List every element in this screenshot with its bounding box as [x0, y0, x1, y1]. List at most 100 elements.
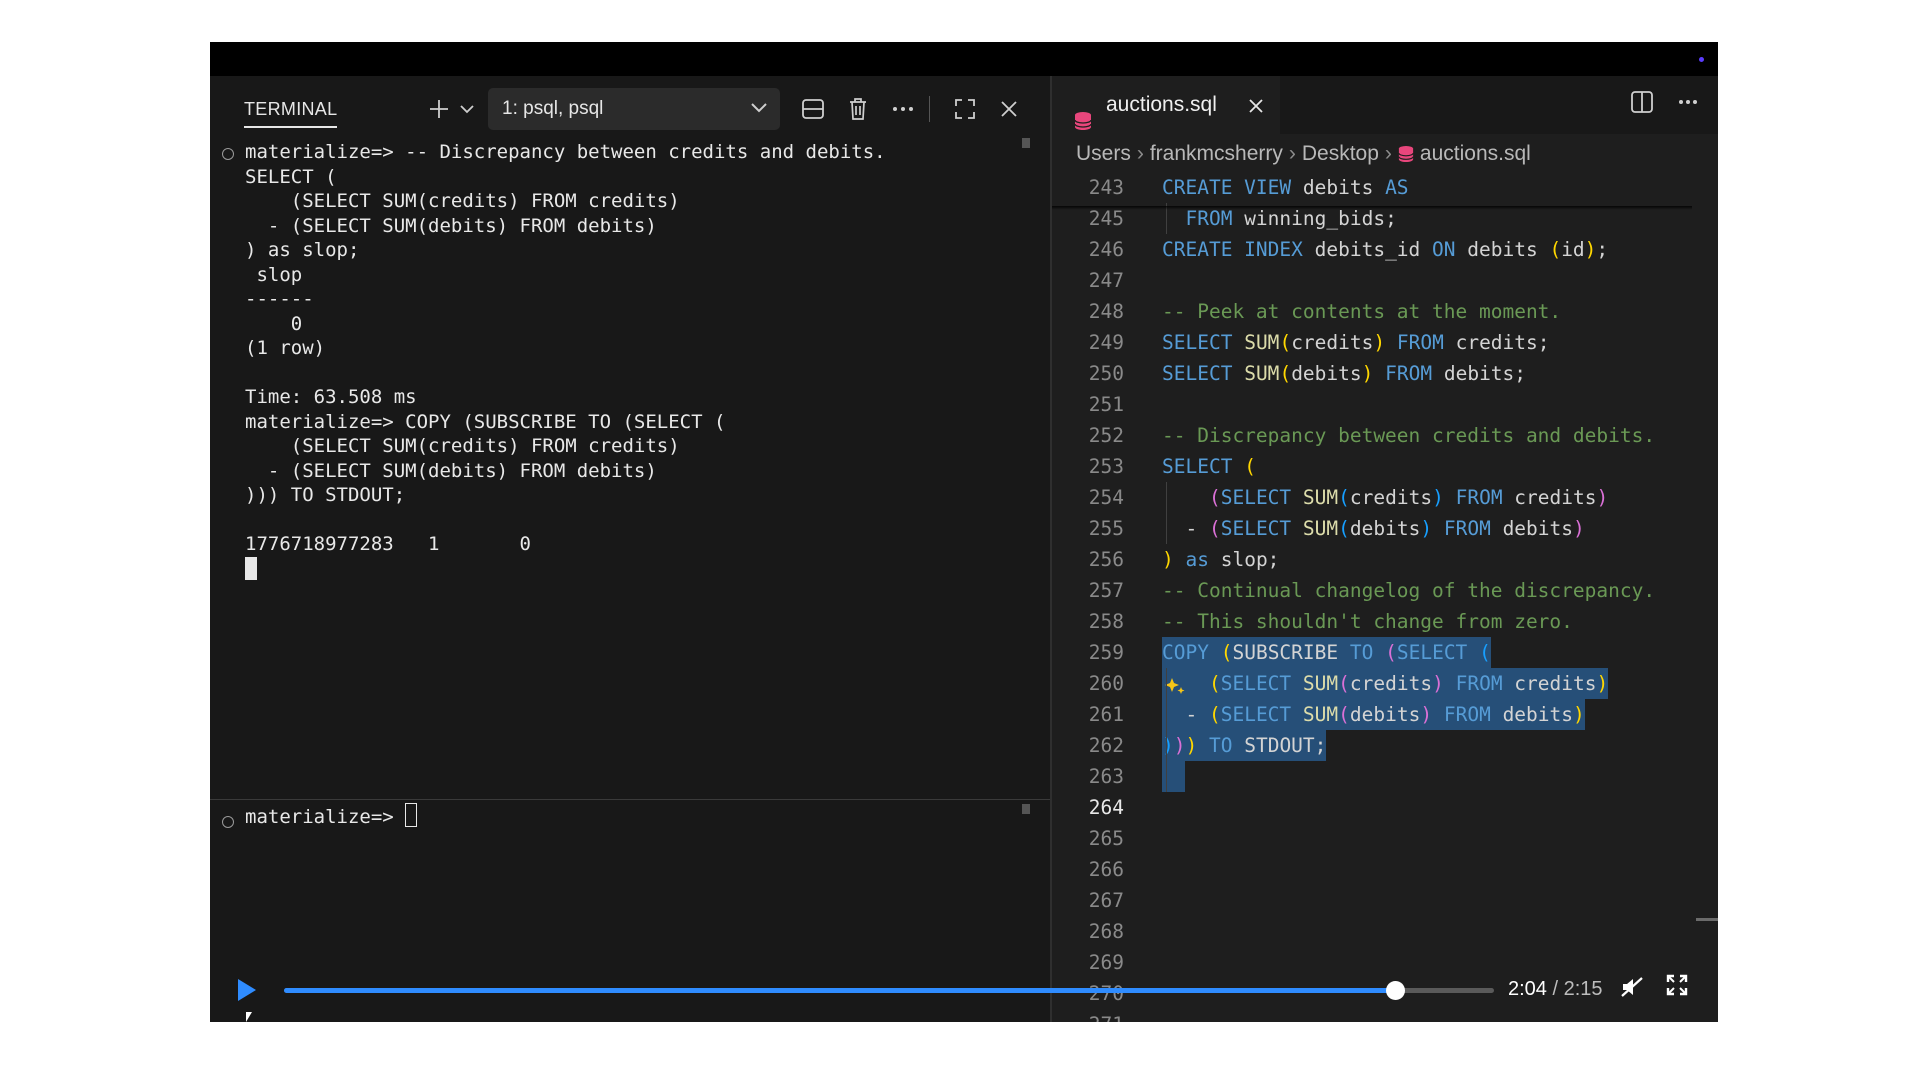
database-icon	[1398, 145, 1414, 169]
maximize-icon[interactable]	[948, 92, 982, 126]
line-number: 262	[1088, 734, 1124, 757]
code-token: (	[1279, 331, 1292, 354]
code-token: SELECT	[1220, 703, 1292, 726]
code-line[interactable]: 264	[1052, 792, 1692, 823]
code-token: debits	[1291, 176, 1386, 199]
terminal-second-pane[interactable]: materialize=>	[245, 802, 418, 832]
code-line[interactable]: 248 -- Peek at contents at the moment.	[1052, 296, 1692, 327]
code-text: - (SELECT SUM(debits) FROM debits)	[1162, 513, 1584, 544]
code-line[interactable]: 257 -- Continual changelog of the discrep…	[1052, 575, 1692, 606]
tab-terminal[interactable]: TERMINAL	[244, 94, 338, 128]
terminal-line: slop	[245, 263, 303, 286]
close-icon[interactable]	[1248, 76, 1264, 134]
code-line[interactable]: 256) as slop;	[1052, 544, 1692, 575]
code-line[interactable]: 260 (SELECT SUM(credits) FROM credits)	[1052, 668, 1692, 699]
breadcrumb-item[interactable]: Desktop	[1302, 142, 1379, 165]
code-line[interactable]: 262))) TO STDOUT;	[1052, 730, 1692, 761]
code-line[interactable]: 267	[1052, 885, 1692, 916]
editor-panel: auctions.sql Users › frankmcsherry › Desktop…	[1052, 76, 1718, 1022]
code-line[interactable]: 265	[1052, 823, 1692, 854]
code-line[interactable]: 249 SELECT SUM(credits) FROM credits;	[1052, 327, 1692, 358]
code-token: debits	[1490, 703, 1574, 726]
split-icon[interactable]	[796, 92, 830, 126]
trash-icon[interactable]	[841, 92, 875, 126]
code-line[interactable]: 258 -- This shouldn't change from zero.	[1052, 606, 1692, 637]
breadcrumb-item[interactable]: Users	[1076, 142, 1131, 165]
chevron-down-icon[interactable]	[450, 92, 484, 126]
tab-auctions-sql[interactable]: auctions.sql	[1052, 76, 1280, 134]
tab-label: auctions.sql	[1106, 93, 1217, 116]
code-line[interactable]: 243 CREATE VIEW debits AS	[1052, 172, 1692, 203]
code-editor[interactable]: 243 CREATE VIEW debits AS 245 FROM winning…	[1052, 172, 1692, 1022]
current-time: 2:04	[1508, 978, 1547, 1000]
code-line[interactable]: 253 SELECT (	[1052, 451, 1692, 482]
fullscreen-icon[interactable]	[1666, 974, 1688, 1003]
code-token: debits;	[1432, 362, 1527, 385]
code-token: SUM	[1302, 486, 1339, 509]
code-line[interactable]: 259 COPY (SUBSCRIBE TO (SELECT (	[1052, 637, 1692, 668]
time-display: 2:04 / 2:15	[1508, 978, 1603, 1000]
code-token: SUM	[1302, 517, 1339, 540]
terminal-line: SELECT (	[245, 165, 337, 188]
editor-tab-bar: auctions.sql	[1052, 76, 1718, 134]
video-top-bar	[210, 42, 1718, 76]
code-token: (	[1338, 672, 1350, 695]
line-number: 247	[1088, 269, 1124, 292]
terminal-panel: TERMINAL 1: psql, psql materialize=> -- …	[210, 76, 1050, 1022]
code-token: CREATE INDEX	[1162, 238, 1303, 261]
code-line[interactable]: 252 -- Discrepancy between credits and de…	[1052, 420, 1692, 451]
code-line[interactable]: 246 CREATE INDEX debits_id ON debits (id)…	[1052, 234, 1692, 265]
mute-icon[interactable]	[1620, 976, 1644, 1004]
progress-track[interactable]	[284, 981, 1494, 1000]
code-token: SUM	[1244, 362, 1280, 385]
line-number: 255	[1088, 517, 1124, 540]
terminal-selector[interactable]: 1: psql, psql	[488, 88, 780, 130]
code-line[interactable]: 247	[1052, 265, 1692, 296]
play-icon[interactable]	[238, 979, 256, 1001]
code-token: )	[1573, 703, 1585, 726]
code-line[interactable]: 263	[1052, 761, 1692, 792]
code-token: (	[1338, 703, 1350, 726]
code-line[interactable]: 250 SELECT SUM(debits) FROM debits;	[1052, 358, 1692, 389]
breadcrumb: Users › frankmcsherry › Desktop › auctions.sql	[1076, 142, 1531, 169]
code-line[interactable]: 255 - (SELECT SUM(debits) FROM debits)	[1052, 513, 1692, 544]
close-icon[interactable]	[992, 92, 1026, 126]
code-token: -- Discrepancy between credits and debit…	[1162, 424, 1656, 447]
terminal-output[interactable]: materialize=> -- Discrepancy between cre…	[210, 136, 1030, 756]
ellipsis-icon[interactable]	[886, 92, 920, 126]
code-token: TO	[1349, 641, 1374, 664]
code-token: (	[1338, 517, 1350, 540]
progress-thumb[interactable]	[1385, 981, 1405, 1000]
code-line[interactable]: 254 (SELECT SUM(credits) FROM credits)	[1052, 482, 1692, 513]
progress-fill	[284, 988, 1395, 993]
code-token: SELECT	[1162, 455, 1233, 478]
code-text: CREATE VIEW debits AS	[1162, 172, 1409, 203]
terminal-header: TERMINAL 1: psql, psql	[210, 76, 1050, 136]
terminal-split-divider[interactable]	[210, 799, 1050, 800]
scrollbar-marker[interactable]	[1022, 804, 1030, 814]
prompt-circle-icon	[222, 816, 234, 828]
code-line[interactable]: 251	[1052, 389, 1692, 420]
split-editor-icon[interactable]	[1630, 90, 1660, 113]
code-line[interactable]: 268	[1052, 916, 1692, 947]
code-line[interactable]: 266	[1052, 854, 1692, 885]
breadcrumb-item[interactable]: frankmcsherry	[1150, 142, 1283, 165]
code-token: SELECT	[1220, 517, 1292, 540]
line-number: 265	[1088, 827, 1124, 850]
code-token: TO	[1209, 734, 1233, 757]
line-number: 257	[1088, 579, 1124, 602]
code-token: credits;	[1443, 331, 1550, 354]
code-line[interactable]: 261 - (SELECT SUM(debits) FROM debits)	[1052, 699, 1692, 730]
code-token: -- Continual changelog of the discrepanc…	[1162, 579, 1656, 602]
code-token: (	[1279, 362, 1292, 385]
scrollbar-marker[interactable]	[1022, 138, 1030, 148]
breadcrumb-item[interactable]: auctions.sql	[1420, 142, 1531, 165]
ellipsis-icon[interactable]	[1678, 90, 1698, 112]
editor-scrollbar[interactable]	[1696, 918, 1718, 921]
